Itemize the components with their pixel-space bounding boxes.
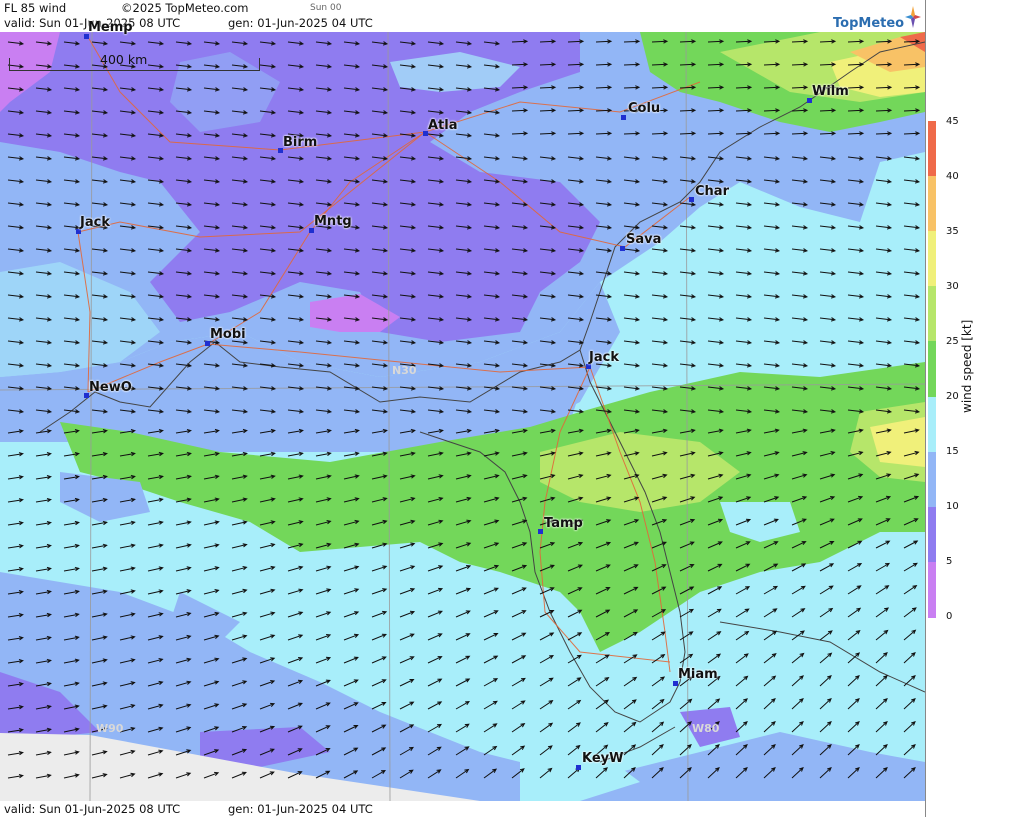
legend-band-10-15	[928, 452, 936, 507]
legend-band-30-35	[928, 231, 936, 286]
map-title: FL 85 wind	[4, 1, 67, 15]
legend-color-bar	[928, 121, 936, 618]
brand-logo: TopMeteo	[833, 6, 923, 32]
city-label-mobi[interactable]: Mobi	[210, 327, 246, 342]
legend-band-40-45	[928, 121, 936, 176]
city-label-atla[interactable]: Atla	[428, 118, 458, 133]
city-dot	[620, 246, 625, 251]
legend-band-5-10	[928, 507, 936, 562]
city-dot	[538, 529, 543, 534]
footer-valid-time: valid: Sun 01-Jun-2025 08 UTC	[4, 802, 181, 816]
wind-map[interactable]	[0, 32, 925, 801]
legend-band-0-5	[928, 562, 936, 618]
legend-band-15-20	[928, 397, 936, 452]
generated-time: gen: 01-Jun-2025 04 UTC	[228, 16, 373, 30]
city-label-sava[interactable]: Sava	[626, 232, 661, 247]
legend-tick: 45	[946, 116, 959, 127]
city-dot	[689, 197, 694, 202]
footer: valid: Sun 01-Jun-2025 08 UTC gen: 01-Ju…	[0, 801, 925, 817]
city-label-jack-fl[interactable]: Jack	[589, 350, 619, 365]
grid-label-lon-west: W90	[96, 722, 124, 735]
footer-generated-time: gen: 01-Jun-2025 04 UTC	[228, 802, 373, 816]
wind-field-svg	[0, 32, 925, 801]
grid-label-lon-east: W80	[692, 722, 720, 735]
legend-tick: 5	[946, 556, 953, 567]
day-tag: Sun 00	[310, 3, 342, 13]
city-label-memp[interactable]: Memp	[88, 20, 133, 35]
legend-band-20-25	[928, 341, 936, 397]
legend-tick: 0	[946, 611, 953, 622]
city-label-jack-ms[interactable]: Jack	[80, 215, 110, 230]
city-label-keyw[interactable]: KeyW	[582, 751, 623, 766]
scale-bar-label: 400 km	[100, 52, 148, 67]
compass-star-icon	[905, 6, 921, 28]
city-label-char[interactable]: Char	[695, 184, 729, 199]
legend-tick: 15	[946, 446, 959, 457]
city-label-wilm[interactable]: Wilm	[812, 84, 849, 99]
city-dot	[576, 765, 581, 770]
brand-name: TopMeteo	[833, 16, 905, 31]
city-label-birm[interactable]: Birm	[283, 135, 317, 150]
city-label-tamp[interactable]: Tamp	[544, 516, 583, 531]
legend-tick: 10	[946, 501, 959, 512]
legend-tick: 30	[946, 281, 959, 292]
legend-title: wind speed [kt]	[960, 319, 974, 413]
city-label-colu[interactable]: Colu	[628, 101, 660, 116]
legend-tick: 40	[946, 171, 959, 182]
legend-band-35-40	[928, 176, 936, 231]
grid-label-lat: N30	[392, 364, 417, 377]
legend-band-25-30	[928, 286, 936, 341]
legend-tick: 20	[946, 391, 959, 402]
city-label-mntg[interactable]: Mntg	[314, 214, 352, 229]
copyright: ©2025 TopMeteo.com	[121, 1, 249, 15]
legend-tick: 25	[946, 336, 959, 347]
city-label-miam[interactable]: Miam	[678, 667, 718, 682]
city-label-newo[interactable]: NewO	[89, 380, 132, 395]
header: FL 85 wind ©2025 TopMeteo.com Sun 00 val…	[0, 0, 925, 32]
city-dot	[621, 115, 626, 120]
legend-tick: 35	[946, 226, 959, 237]
